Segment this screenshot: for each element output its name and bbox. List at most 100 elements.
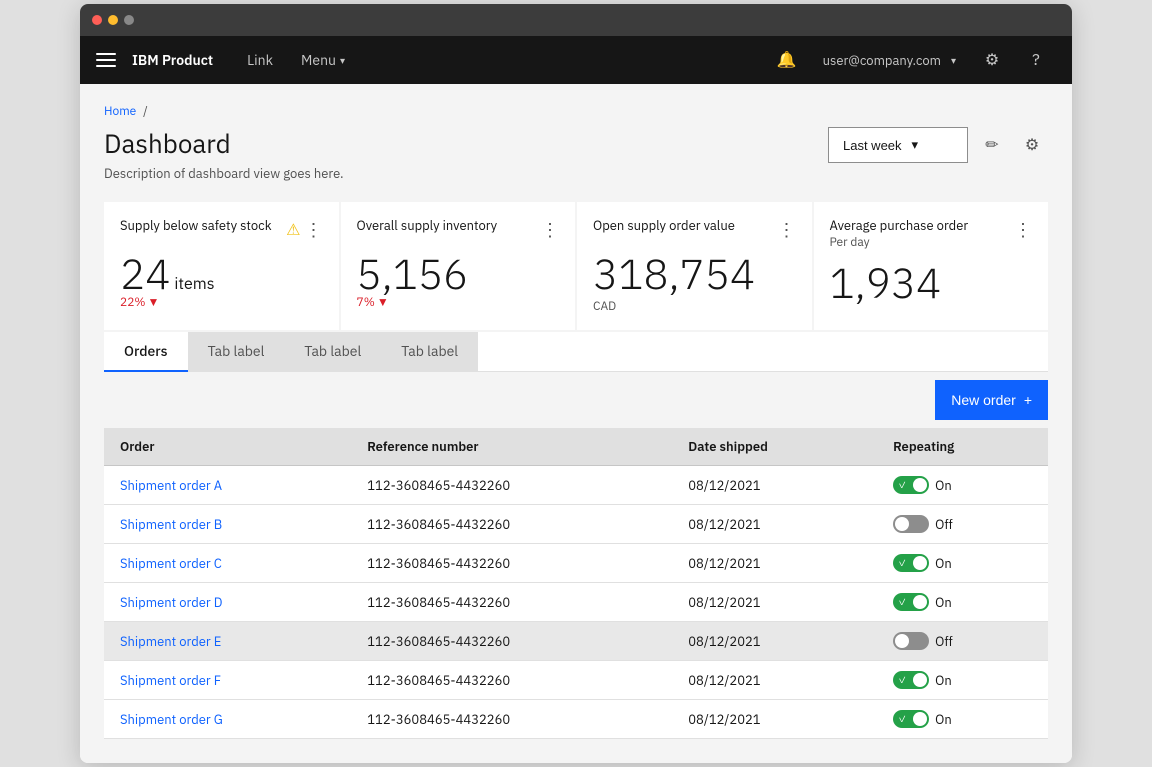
table-row: Shipment order F 112-3608465-443226008/12… (104, 661, 1048, 700)
tab-label-3[interactable]: Tab label (381, 332, 478, 372)
order-link-6[interactable]: Shipment order G (120, 711, 223, 728)
tab-orders[interactable]: Orders (104, 332, 188, 372)
breadcrumb-home[interactable]: Home (104, 104, 136, 119)
user-chevron-icon: ▾ (951, 54, 956, 67)
ref-number-4: 112-3608465-4432260 (351, 622, 672, 661)
overflow-menu-icon-2[interactable]: ⋮ (778, 218, 796, 241)
table-row: Shipment order D112-3608465-443226008/12… (104, 583, 1048, 622)
date-shipped-3: 08/12/2021 (672, 583, 877, 622)
edit-icon[interactable]: ✏ (976, 129, 1008, 161)
new-order-label: New order (951, 392, 1016, 408)
toggle-label-2: On (935, 555, 952, 572)
toggle-label-1: Off (935, 516, 953, 533)
browser-dot-gray (124, 15, 134, 25)
page-title: Dashboard (104, 127, 344, 161)
ref-number-0: 112-3608465-4432260 (351, 466, 672, 505)
stat-value-3: 1,934 (830, 255, 942, 310)
col-header-ref: Reference number (351, 428, 672, 466)
toggle-label-0: On (935, 477, 952, 494)
toggle-wrap-5: On (893, 671, 1032, 689)
toggle-0[interactable] (893, 476, 929, 494)
notification-icon[interactable]: 🔔 (767, 36, 807, 84)
ref-number-6: 112-3608465-4432260 (351, 700, 672, 739)
stat-card-subtitle-3: Per day (830, 235, 969, 251)
overflow-menu-icon-0[interactable]: ⋮ (305, 218, 323, 241)
tabs-section: Orders Tab label Tab label Tab label (104, 332, 1048, 372)
stat-card-supply-safety: Supply below safety stock ⚠ ⋮ 24items 22… (104, 202, 339, 330)
user-menu[interactable]: user@company.com ▾ (811, 36, 968, 84)
date-shipped-2: 08/12/2021 (672, 544, 877, 583)
chevron-down-icon: ▾ (340, 54, 345, 67)
toggle-label-3: On (935, 594, 952, 611)
ref-number-5: 112-3608465-4432260 (351, 661, 672, 700)
toggle-2[interactable] (893, 554, 929, 572)
overflow-menu-icon-3[interactable]: ⋮ (1014, 218, 1032, 241)
table-row: Shipment order A112-3608465-443226008/12… (104, 466, 1048, 505)
ref-number-2: 112-3608465-4432260 (351, 544, 672, 583)
table-row: Shipment order B112-3608465-443226008/12… (104, 505, 1048, 544)
date-shipped-5: 08/12/2021 (672, 661, 877, 700)
stat-trend-0: 22% ▼ (120, 295, 323, 310)
order-link-4[interactable]: Shipment order E (120, 633, 221, 650)
stat-card-title-2: Open supply order value (593, 218, 735, 235)
toggle-label-4: Off (935, 633, 953, 650)
stats-row: Supply below safety stock ⚠ ⋮ 24items 22… (104, 202, 1048, 330)
table-toolbar: New order + (104, 372, 1048, 428)
new-order-button[interactable]: New order + (935, 380, 1048, 420)
ref-number-1: 112-3608465-4432260 (351, 505, 672, 544)
page-title-group: Dashboard Description of dashboard view … (104, 127, 344, 182)
toggle-wrap-3: On (893, 593, 1032, 611)
toggle-wrap-6: On (893, 710, 1032, 728)
browser-chrome (80, 4, 1072, 36)
date-shipped-4: 08/12/2021 (672, 622, 877, 661)
stat-card-title-0: Supply below safety stock (120, 218, 272, 235)
date-shipped-6: 08/12/2021 (672, 700, 877, 739)
stat-value-1: 5,156 (357, 246, 469, 301)
toggle-label-5: On (935, 672, 952, 689)
stat-card-overall-supply: Overall supply inventory ⋮ 5,156 7% ▼ (341, 202, 576, 330)
hamburger-menu[interactable] (96, 53, 116, 67)
date-range-picker[interactable]: Last week ▾ (828, 127, 968, 163)
breadcrumb-separator: / (143, 104, 148, 119)
dashboard-settings-icon[interactable]: ⚙ (1016, 129, 1048, 161)
order-link-5[interactable]: Shipment order F (120, 672, 221, 689)
breadcrumb: Home / (104, 104, 1048, 119)
order-link-1[interactable]: Shipment order B (120, 516, 222, 533)
table-section: New order + Order Reference number Date … (104, 372, 1048, 739)
table-row: Shipment order E 112-3608465-443226008/12… (104, 622, 1048, 661)
nav-right: 🔔 user@company.com ▾ ⚙ ? (767, 36, 1056, 84)
brand-name: IBM Product (132, 51, 213, 69)
order-link-3[interactable]: Shipment order D (120, 594, 222, 611)
stat-value-2: 318,754 (593, 246, 755, 301)
stat-card-open-supply-order: Open supply order value ⋮ 318,754 CAD (577, 202, 812, 330)
toggle-wrap-2: On (893, 554, 1032, 572)
toggle-wrap-4: Off (893, 632, 1032, 650)
nav-link-link[interactable]: Link (233, 36, 287, 84)
table-row: Shipment order G 112-3608465-443226008/12… (104, 700, 1048, 739)
theme-settings-icon[interactable]: ⚙ (972, 36, 1012, 84)
page-actions: Last week ▾ ✏ ⚙ (828, 127, 1048, 163)
toggle-4[interactable] (893, 632, 929, 650)
nav-link-menu[interactable]: Menu ▾ (287, 36, 359, 84)
toggle-6[interactable] (893, 710, 929, 728)
date-picker-chevron: ▾ (912, 137, 919, 153)
orders-table: Order Reference number Date shipped Repe… (104, 428, 1048, 739)
toggle-3[interactable] (893, 593, 929, 611)
tabs-header: Orders Tab label Tab label Tab label (104, 332, 1048, 372)
toggle-1[interactable] (893, 515, 929, 533)
tab-label-2[interactable]: Tab label (284, 332, 381, 372)
order-link-2[interactable]: Shipment order C (120, 555, 222, 572)
order-link-0[interactable]: Shipment order A (120, 477, 222, 494)
overflow-menu-icon-1[interactable]: ⋮ (541, 218, 559, 241)
stat-card-title-1: Overall supply inventory (357, 218, 498, 235)
tab-label-1[interactable]: Tab label (188, 332, 285, 372)
stat-card-avg-purchase-order: Average purchase order Per day ⋮ 1,934 (814, 202, 1049, 330)
toggle-label-6: On (935, 711, 952, 728)
toggle-5[interactable] (893, 671, 929, 689)
page-content: Home / Dashboard Description of dashboar… (80, 84, 1072, 763)
col-header-repeating: Repeating (877, 428, 1048, 466)
stat-label-2: CAD (593, 299, 796, 314)
page-description: Description of dashboard view goes here. (104, 165, 344, 182)
table-row: Shipment order C 112-3608465-443226008/12… (104, 544, 1048, 583)
help-icon[interactable]: ? (1016, 36, 1056, 84)
